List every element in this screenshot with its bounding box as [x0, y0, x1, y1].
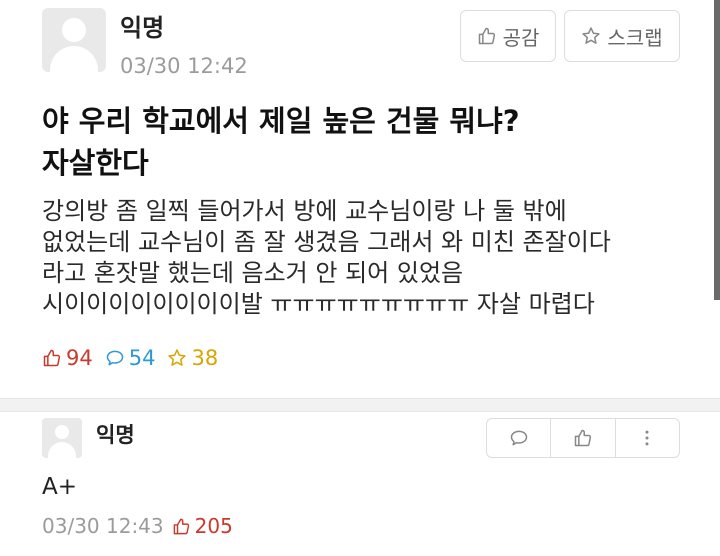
comment-actions — [486, 418, 680, 458]
comment-author: 익명 — [96, 423, 135, 447]
post-title: 야 우리 학교에서 제일 높은 건물 뭐냐? 자살한다 — [42, 100, 662, 184]
scrap-button[interactable]: 스크랩 — [564, 10, 680, 62]
star-icon — [581, 26, 601, 46]
scrap-count-value: 38 — [191, 346, 219, 370]
comment-count-value: 54 — [128, 346, 156, 370]
comment-text: A+ — [42, 474, 78, 500]
post-stats: 94 54 38 — [42, 344, 230, 372]
star-icon — [168, 349, 187, 366]
comment-reply-button[interactable] — [487, 419, 552, 457]
comment-more-button[interactable] — [616, 419, 679, 457]
comment-time: 03/30 12:43 — [42, 514, 164, 538]
comment-avatar — [42, 418, 82, 458]
post-body: 강의방 좀 일찍 들어가서 방에 교수님이랑 나 둘 밖에 없었는데 교수님이 … — [42, 196, 682, 320]
post-author: 익명 — [120, 14, 165, 42]
comment-like-count: 205 — [172, 516, 233, 536]
comment-count: 54 — [105, 346, 156, 370]
author-avatar — [42, 8, 106, 72]
more-vertical-icon — [645, 430, 649, 446]
post-title-line: 야 우리 학교에서 제일 높은 건물 뭐냐? — [42, 104, 520, 138]
thumbs-up-icon — [173, 518, 189, 534]
like-count-value: 94 — [66, 346, 93, 370]
post-body-line: 없었는데 교수님이 좀 잘 생겼음 그래서 와 미친 존잘이다 — [42, 228, 611, 256]
post-body-line: 강의방 좀 일찍 들어가서 방에 교수님이랑 나 둘 밖에 — [42, 197, 567, 225]
post-time: 03/30 12:42 — [120, 54, 248, 78]
post-title-line: 자살한다 — [42, 146, 149, 180]
speech-bubble-icon — [106, 350, 123, 366]
section-divider — [0, 398, 720, 412]
post-header: 익명 03/30 12:42 공감 스크랩 — [42, 8, 682, 78]
scrollbar[interactable] — [714, 0, 720, 300]
post-body-line: 라고 혼잣말 했는데 음소거 안 되어 있었음 — [42, 259, 464, 287]
comment-meta: 03/30 12:43 205 — [42, 516, 233, 536]
speech-bubble-icon — [510, 430, 527, 446]
comment-like-count-value: 205 — [194, 514, 233, 538]
scrap-button-label: 스크랩 — [607, 25, 663, 50]
like-count: 94 — [42, 346, 93, 370]
scrap-count: 38 — [167, 346, 218, 370]
comment-like-button[interactable] — [551, 419, 616, 457]
thumbs-up-icon — [574, 429, 592, 447]
thumbs-up-icon — [43, 349, 61, 367]
thumbs-up-icon — [477, 26, 497, 46]
like-button[interactable]: 공감 — [460, 10, 556, 62]
like-button-label: 공감 — [502, 25, 540, 50]
post-body-line: 시이이이이이이이이발 ㅠㅠㅠㅠㅠㅠㅠㅠㅠ 자살 마렵다 — [42, 290, 595, 318]
